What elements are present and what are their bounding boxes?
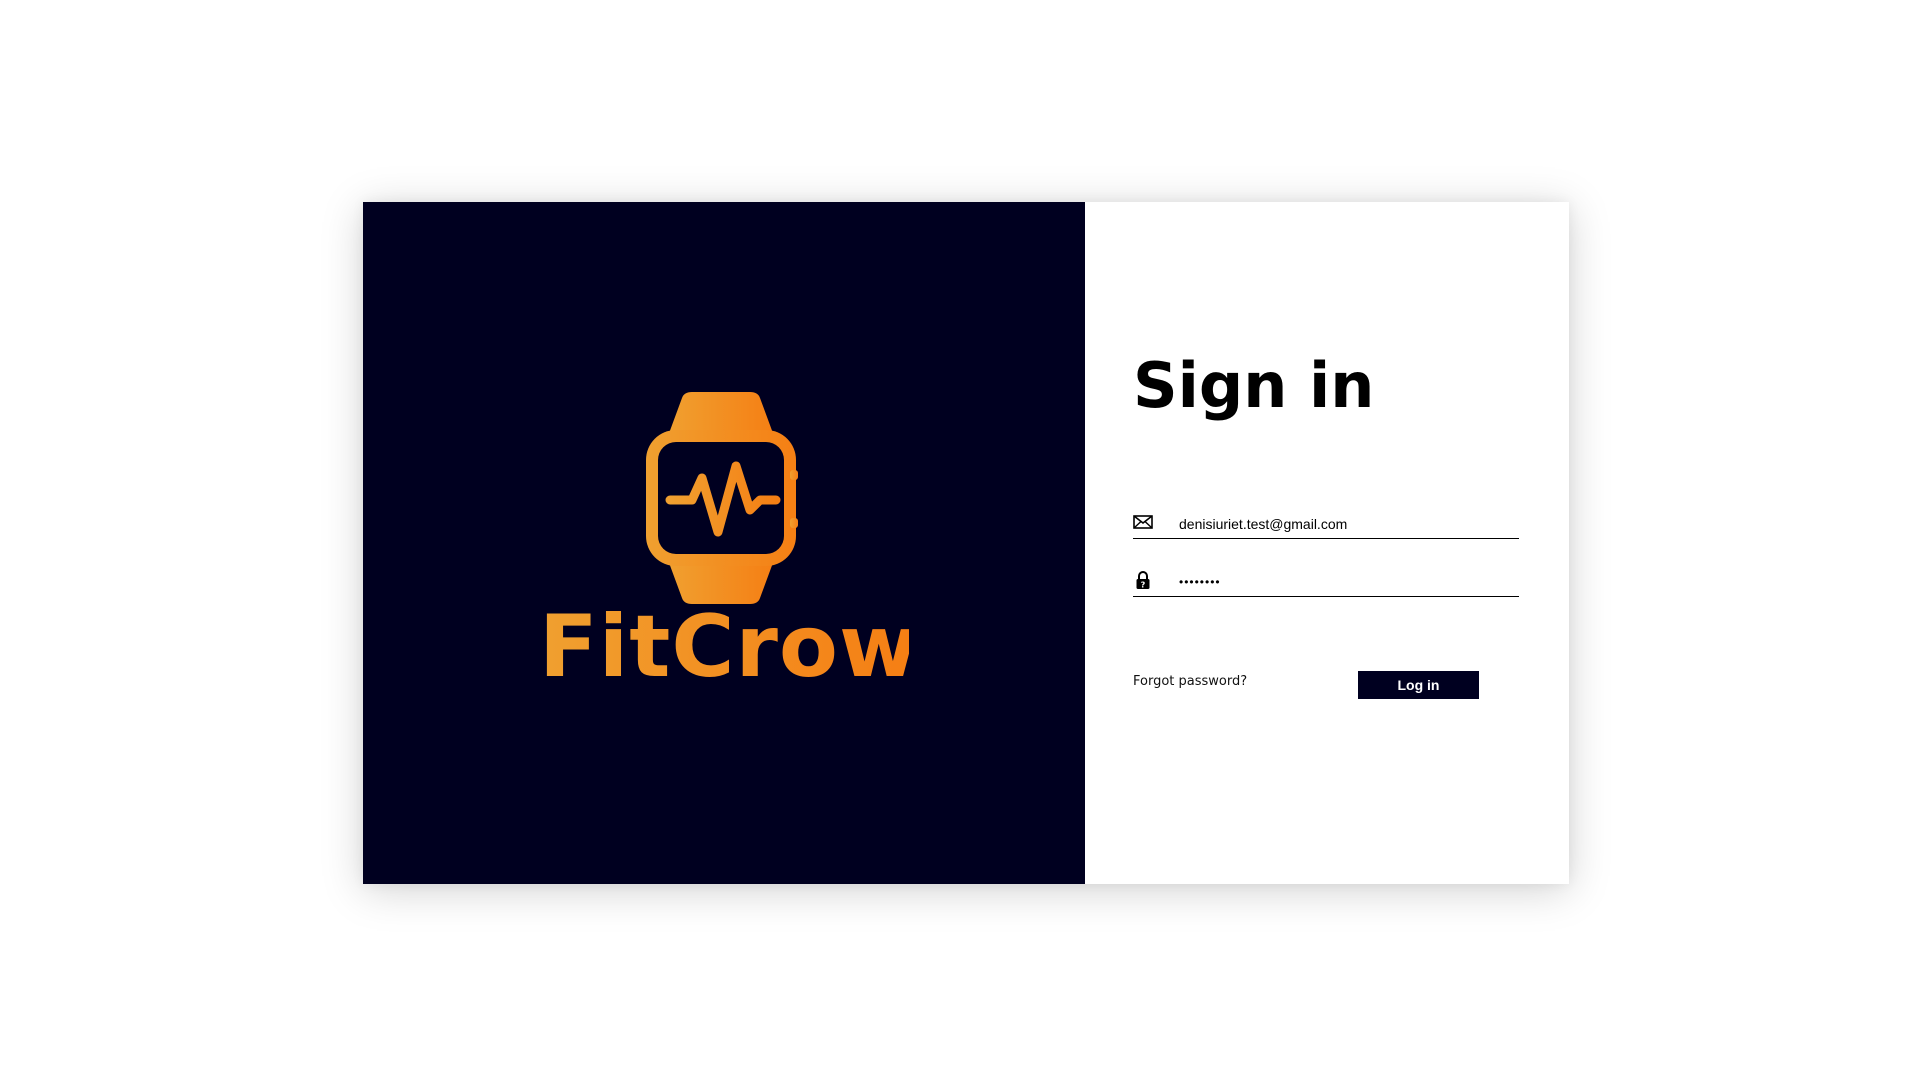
forgot-password-link[interactable]: Forgot password? <box>1133 674 1247 689</box>
svg-text:?: ? <box>1141 581 1146 590</box>
email-input[interactable] <box>1179 514 1509 534</box>
login-button[interactable]: Log in <box>1358 671 1479 699</box>
login-window: FitCrowd Sign in ? Forgot password? Log … <box>363 202 1569 884</box>
password-field: ? <box>1133 566 1519 597</box>
brand-panel: FitCrowd <box>363 202 1085 884</box>
smartwatch-heartbeat-icon <box>646 392 798 604</box>
lock-icon: ? <box>1136 571 1150 590</box>
signin-form: Sign in ? Forgot password? Log in <box>1085 202 1569 884</box>
envelope-icon <box>1133 515 1153 529</box>
page-title: Sign in <box>1133 349 1375 422</box>
brand-logo-text: FitCrowd <box>539 597 982 697</box>
password-input[interactable] <box>1179 572 1509 592</box>
email-field <box>1133 508 1519 539</box>
